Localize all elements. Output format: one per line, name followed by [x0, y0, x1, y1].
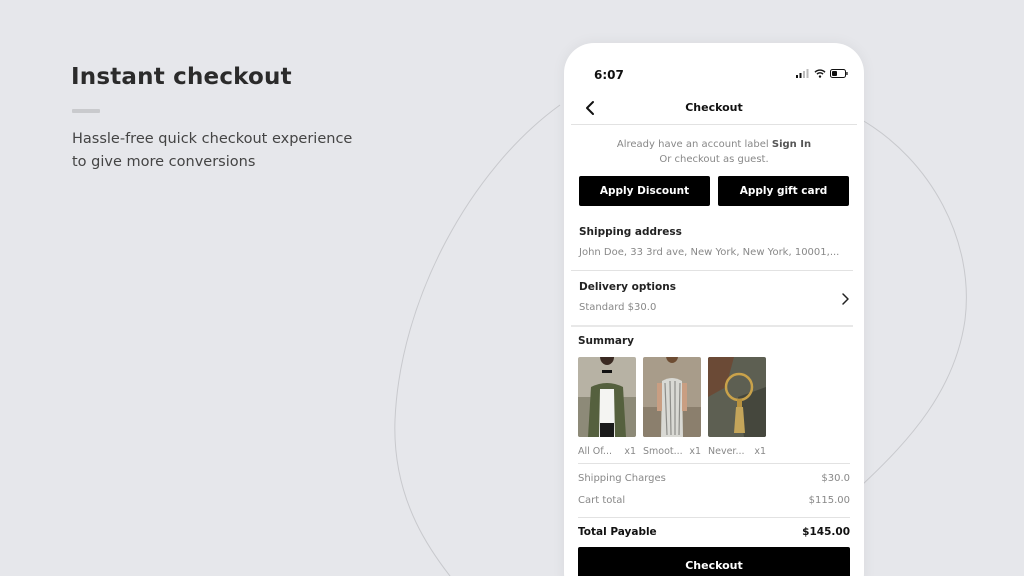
sign-in-link[interactable]: Sign In [772, 139, 811, 150]
product-image-jacket [578, 349, 636, 437]
delivery-options-value[interactable]: Standard $30.0 [579, 302, 656, 313]
phone-mockup: 6:07 Checkout Already have an account la… [564, 43, 864, 576]
item-qty: x1 [689, 446, 701, 457]
item-name: All Of... [578, 446, 612, 457]
item-name: Never... [708, 446, 745, 457]
signal-icon [796, 69, 809, 78]
hero-subtitle-line-1: Hassle-free quick checkout experience [72, 131, 353, 147]
account-prompt: Already have an account label Sign In Or… [564, 137, 864, 167]
delivery-options-label: Delivery options [579, 281, 676, 293]
apply-gift-card-button[interactable]: Apply gift card [718, 176, 849, 206]
status-icons [796, 69, 848, 78]
account-prompt-text: Already have an account label [616, 139, 772, 150]
cart-total-value: $115.00 [808, 495, 850, 506]
divider [578, 463, 850, 464]
wifi-icon [814, 69, 826, 78]
page-title: Checkout [685, 101, 743, 114]
hero-divider [72, 109, 100, 113]
shipping-charges-value: $30.0 [821, 473, 850, 484]
shipping-charges-row: Shipping Charges $30.0 [578, 473, 850, 484]
nav-bar: Checkout [571, 95, 857, 125]
shipping-address-value[interactable]: John Doe, 33 3rd ave, New York, New York… [579, 247, 839, 258]
item-name: Smoot... [643, 446, 683, 457]
total-payable-row: Total Payable $145.00 [578, 526, 850, 538]
guest-checkout-text: Or checkout as guest. [659, 154, 769, 165]
item-qty: x1 [754, 446, 766, 457]
checkout-button[interactable]: Checkout [578, 547, 850, 576]
summary-item[interactable]: Smoot... x1 [643, 349, 701, 457]
cart-total-label: Cart total [578, 495, 626, 506]
cart-total-row: Cart total $115.00 [578, 495, 850, 506]
divider [571, 325, 853, 327]
summary-item[interactable]: Never... x1 [708, 357, 766, 457]
battery-icon [830, 69, 848, 78]
shipping-address-label: Shipping address [579, 226, 682, 238]
hero-title: Instant checkout [71, 64, 292, 90]
total-payable-label: Total Payable [578, 526, 657, 538]
summary-items: All Of... x1 Smoot... x1 Never... x1 [578, 349, 766, 457]
shipping-charges-label: Shipping Charges [578, 473, 666, 484]
hero-subtitle-line-2: to give more conversions [72, 154, 256, 170]
status-time: 6:07 [594, 68, 624, 82]
product-image-keychain [708, 357, 766, 437]
divider [571, 270, 853, 271]
chevron-right-icon[interactable] [840, 292, 850, 306]
divider [578, 517, 850, 518]
hero-subtitle: Hassle-free quick checkout experience to… [72, 128, 372, 174]
summary-item[interactable]: All Of... x1 [578, 349, 636, 457]
summary-label: Summary [578, 335, 635, 347]
item-qty: x1 [624, 446, 636, 457]
total-payable-value: $145.00 [802, 526, 850, 538]
product-image-romper [643, 349, 701, 437]
apply-discount-button[interactable]: Apply Discount [579, 176, 710, 206]
